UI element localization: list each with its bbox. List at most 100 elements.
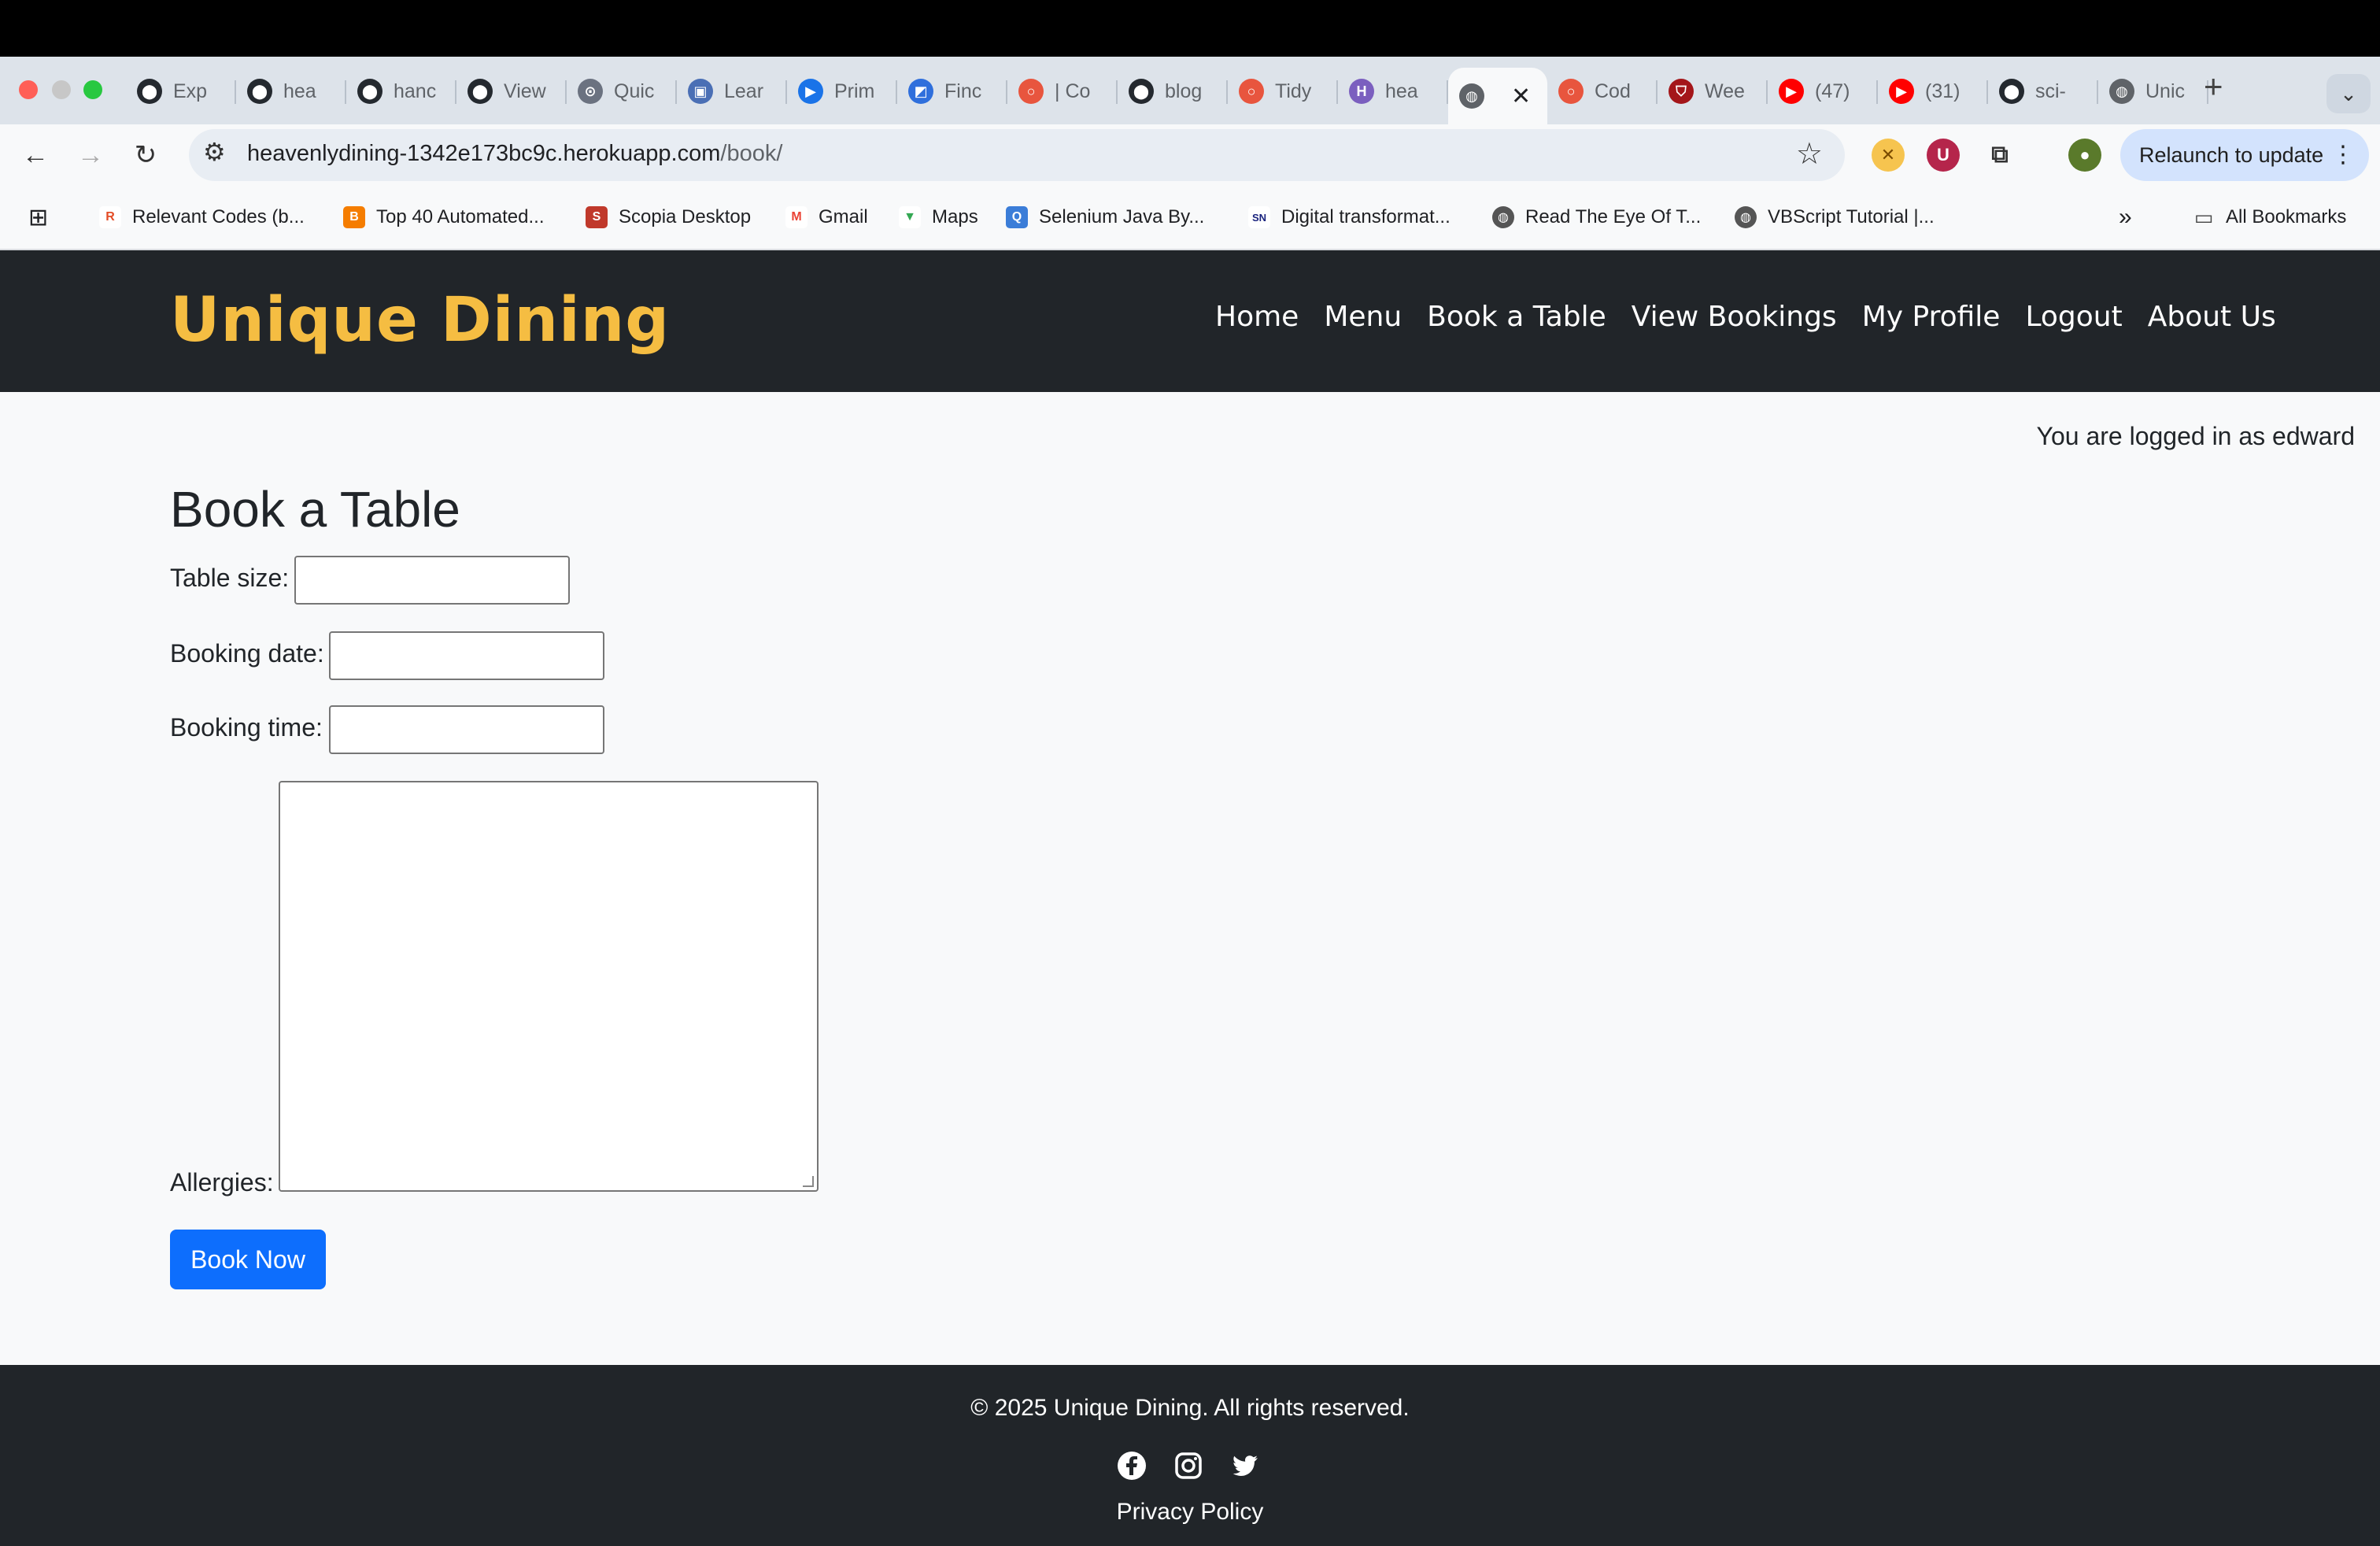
browser-tab[interactable]: ▣ Lear [677,68,787,115]
brand-logo[interactable]: Unique Dining [170,285,670,356]
url-text[interactable]: heavenlydining-1342e173bc9c.herokuapp.co… [247,141,782,167]
bookmark-item[interactable]: Q Selenium Java By... [1006,203,1204,231]
page-title: Book a Table [170,481,460,538]
facebook-icon[interactable] [1116,1450,1148,1481]
browser-tab[interactable]: ○ Cod [1547,68,1658,115]
bookmark-item[interactable]: S Scopia Desktop [586,203,751,231]
browser-tab[interactable]: ⬤ blog [1118,68,1228,115]
browser-tab[interactable]: ⬤ View [456,68,567,115]
nav-menu[interactable]: Menu [1324,301,1402,333]
tab-title: Prim [834,80,875,102]
nav-view-bookings[interactable]: View Bookings [1632,301,1837,333]
bookmark-item[interactable]: ▼ Maps [899,203,978,231]
browser-tab[interactable]: ⬤ hanc [346,68,456,115]
browser-tab[interactable]: ◍ ✕ [1448,68,1547,124]
browser-tab[interactable]: ⊙ Quic [567,68,677,115]
resize-handle[interactable] [803,1176,814,1187]
site-info-icon[interactable]: ⚙ [203,137,226,167]
bookmark-item[interactable]: R Relevant Codes (b... [99,203,305,231]
browser-tab[interactable]: ○ | Co [1007,68,1118,115]
browser-tab[interactable]: Hhea [1338,68,1448,115]
nav-my-profile[interactable]: My Profile [1862,301,2001,333]
nav-about-us[interactable]: About Us [2148,301,2276,333]
instagram-icon[interactable] [1173,1450,1204,1481]
booking-time-input[interactable] [329,705,604,754]
bookmark-item[interactable]: B Top 40 Automated... [343,203,544,231]
ublock-icon[interactable]: U [1927,139,1960,172]
folder-icon: ▭ [2193,205,2214,229]
tab-title: | Co [1055,80,1091,102]
bookmark-item[interactable]: M Gmail [785,203,868,231]
github-icon: ⬤ [357,79,382,104]
nav-logout[interactable]: Logout [2025,301,2122,333]
tab-title: Exp [173,80,208,102]
table-size-input[interactable] [294,556,570,605]
privacy-policy-link[interactable]: Privacy Policy [0,1499,2380,1526]
minimize-window-button[interactable] [52,80,71,99]
globe-icon: ◍ [1459,83,1484,109]
youtube-icon: ▶ [1889,79,1914,104]
relaunch-button[interactable]: Relaunch to update ⋮ [2120,129,2369,181]
logged-in-status: You are logged in as edward [2036,422,2355,450]
bookmark-item[interactable]: SN Digital transformat... [1248,203,1451,231]
social-links [1116,1450,1286,1481]
github-icon: ⬤ [247,79,272,104]
allergies-label: Allergies: [170,1168,274,1196]
profile-avatar[interactable]: ● [2068,139,2101,172]
new-tab-button[interactable]: + [2204,68,2223,105]
browser-tab[interactable]: ◍ Unic [2098,68,2208,115]
address-bar[interactable]: ⚙ heavenlydining-1342e173bc9c.herokuapp.… [189,129,1845,181]
browser-tab[interactable]: ⬤ sci- [1988,68,2098,115]
bookmarks-bar: ⊞ R Relevant Codes (b... B Top 40 Automate… [0,186,2380,250]
book-now-button[interactable]: Book Now [170,1230,326,1289]
back-button[interactable]: ← [16,135,55,175]
tab-title: Wee [1705,80,1745,102]
bookmark-item[interactable]: ◍ VBScript Tutorial |... [1735,203,1935,231]
github-icon: ⬤ [137,79,162,104]
tab-title: (31) [1925,80,1961,102]
bookmark-icon: R [99,206,121,228]
twitter-icon[interactable] [1229,1450,1261,1481]
find-icon: ◩ [908,79,933,104]
browser-tab[interactable]: ⬤ Exp [126,68,236,115]
nav-home[interactable]: Home [1215,301,1299,333]
bookmark-star-icon[interactable]: ☆ [1796,136,1823,172]
apps-icon[interactable]: ⊞ [28,203,48,231]
extension-icon[interactable]: ✕ [1872,139,1905,172]
all-bookmarks-folder[interactable]: ▭ All Bookmarks [2193,203,2347,231]
more-bookmarks-icon[interactable]: » [2119,203,2132,231]
booking-time-label: Booking time: [170,713,323,742]
table-size-label: Table size: [170,564,290,592]
tab-title: Lear [724,80,764,102]
browser-tab[interactable]: ◩ Finc [897,68,1007,115]
booking-date-label: Booking date: [170,639,324,668]
tab-title: (47) [1815,80,1850,102]
maximize-window-button[interactable] [83,80,102,99]
tab-title: hea [1385,80,1418,102]
bookmark-item[interactable]: ◍ Read The Eye Of T... [1492,203,1701,231]
browser-tab[interactable]: ○ Tidy [1228,68,1338,115]
booking-date-input[interactable] [329,631,604,680]
puzzle-icon[interactable]: ⧉ [1983,139,2016,172]
close-window-button[interactable] [19,80,38,99]
browser-tab[interactable]: ⛉ Wee [1658,68,1768,115]
reload-button[interactable]: ↻ [126,135,165,175]
tab-title: Quic [614,80,655,102]
forward-button[interactable]: → [71,135,110,175]
youtube-icon: ▶ [1779,79,1804,104]
github-icon: ⬤ [468,79,493,104]
more-menu-icon[interactable]: ⋮ [2331,129,2355,181]
browser-tab[interactable]: ▶ (47) [1768,68,1878,115]
tab-search-button[interactable]: ⌄ [2326,74,2371,113]
nav-book-a-table[interactable]: Book a Table [1427,301,1606,333]
allergies-textarea[interactable] [279,781,819,1192]
close-tab-icon[interactable]: ✕ [1511,83,1531,110]
quick-icon: ⊙ [578,79,603,104]
browser-tab[interactable]: ⬤ hea [236,68,346,115]
heroku-icon: H [1349,79,1374,104]
browser-tab[interactable]: ▶ (31) [1878,68,1988,115]
play-icon: ▶ [798,79,823,104]
toolbar: ← → ↻ ⚙ heavenlydining-1342e173bc9c.hero… [0,124,2380,186]
browser-tab[interactable]: ▶ Prim [787,68,897,115]
bookmark-icon: S [586,206,608,228]
